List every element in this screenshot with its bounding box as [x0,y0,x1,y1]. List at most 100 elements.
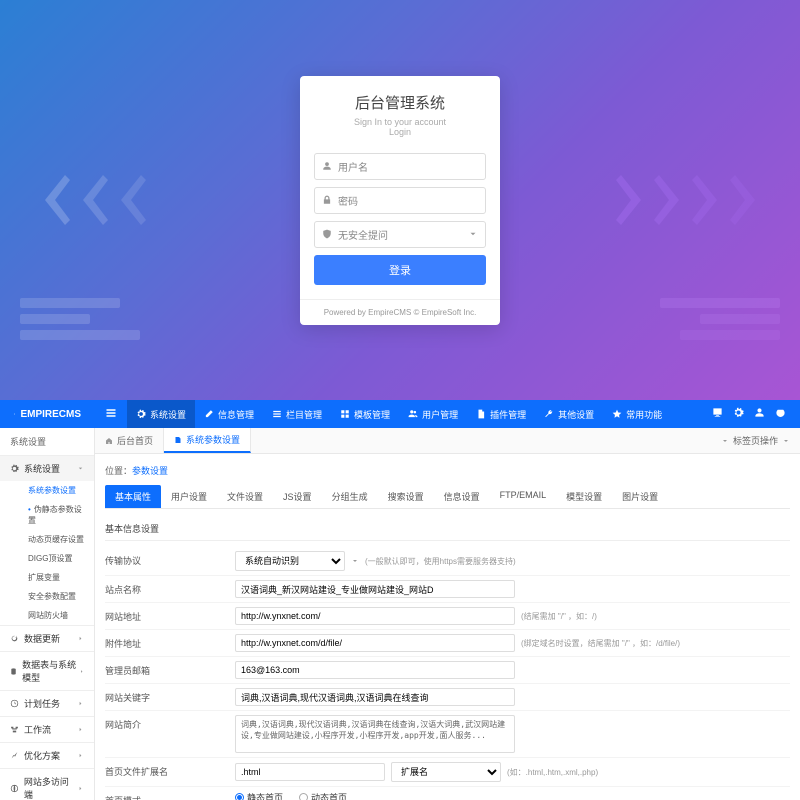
security-question-select[interactable]: 无安全提问 [314,221,486,248]
tabbar: 后台首页系统参数设置 标签页操作 [95,428,800,454]
settings-tab[interactable]: FTP/EMAIL [490,485,557,508]
main-area: 后台首页系统参数设置 标签页操作 位置：参数设置 基本属性用户设置文件设置JS设… [95,428,800,800]
chevron-down-icon [721,437,729,445]
login-footer: Powered by EmpireCMS © EmpireSoft Inc. [300,299,500,325]
bg-arrows-right [616,175,760,225]
text-input[interactable] [235,580,515,598]
sidebar-title: 系统设置 [0,428,94,455]
form-row: 网站关键字 [105,684,790,711]
sidebar-group[interactable]: 计划任务 [0,691,94,716]
topbar-power-icon[interactable] [775,407,786,421]
topnav-gear[interactable]: 系统设置 [127,400,195,428]
sidebar-group[interactable]: 工作流 [0,717,94,742]
chevron-down-icon [468,229,478,239]
settings-tab[interactable]: 分组生成 [322,485,378,508]
login-subtitle: Sign In to your account [316,117,484,127]
user-icon [322,161,332,171]
text-input[interactable] [235,661,515,679]
form-row: 管理员邮箱 [105,657,790,684]
brand[interactable]: EMPIRECMS [0,408,95,420]
settings-tab[interactable]: 基本属性 [105,485,161,508]
tab-operations[interactable]: 标签页操作 [711,434,800,447]
login-title: 后台管理系统 [316,92,484,113]
textarea-input[interactable]: 词典,汉语词典,现代汉语词典,汉语词典在线查询,汉语大词典,武汉网站建设,专业做… [235,715,515,753]
lock-icon [322,195,332,205]
topnav-edit[interactable]: 信息管理 [195,400,263,428]
topnav-star[interactable]: 常用功能 [603,400,671,428]
form-label: 网站简介 [105,715,235,731]
sidebar: 系统设置 系统设置系统参数设置伪静态参数设置动态页缓存设置DIGG顶设置扩展变量… [0,428,95,800]
menu-toggle[interactable] [95,407,127,422]
form-label: 首页模式 [105,791,235,800]
topnav: 系统设置信息管理栏目管理模板管理用户管理插件管理其他设置常用功能 [127,400,698,428]
chevron-down-icon [782,437,790,445]
form-label: 网站关键字 [105,688,235,704]
form-row: 首页模式静态首页 动态首页 [105,787,790,800]
settings-tab[interactable]: 图片设置 [612,485,668,508]
settings-tab[interactable]: 信息设置 [434,485,490,508]
username-input[interactable]: 用户名 [314,153,486,180]
sidebar-group[interactable]: 数据表与系统模型 [0,652,94,690]
text-input[interactable] [235,763,385,781]
sidebar-group[interactable]: 优化方案 [0,743,94,768]
topnav-users[interactable]: 用户管理 [399,400,467,428]
form-label: 管理员邮箱 [105,661,235,677]
tab[interactable]: 后台首页 [95,428,164,453]
sidebar-item[interactable]: 扩展变量 [22,568,94,587]
form-row: 网站地址(结尾需加 "/" ，如：/) [105,603,790,630]
form-label: 网站地址 [105,607,235,623]
sidebar-group[interactable]: 数据更新 [0,626,94,651]
login-card: 后台管理系统 Sign In to your account Login 用户名… [300,76,500,325]
sidebar-item[interactable]: 系统参数设置 [22,481,94,500]
settings-tab[interactable]: 文件设置 [217,485,273,508]
sidebar-item[interactable]: 安全参数配置 [22,587,94,606]
settings-tab[interactable]: 搜索设置 [378,485,434,508]
shield-icon [322,229,332,239]
admin-screen: EMPIRECMS 系统设置信息管理栏目管理模板管理用户管理插件管理其他设置常用… [0,400,800,800]
form-row: 站点名称 [105,576,790,603]
login-button[interactable]: 登录 [314,255,486,285]
brand-icon [14,408,15,420]
topbar-gear-icon[interactable] [733,407,744,421]
hamburger-icon [105,407,117,419]
form-row: 首页文件扩展名扩展名(如：.html,.htm,.xml,.php) [105,758,790,787]
topbar-user-icon[interactable] [754,407,765,421]
text-input[interactable] [235,634,515,652]
topnav-wrench[interactable]: 其他设置 [535,400,603,428]
breadcrumb: 位置：参数设置 [105,464,790,477]
select-input[interactable]: 系统自动识别 [235,551,345,571]
login-tag: Login [316,127,484,137]
form-label: 站点名称 [105,580,235,596]
topnav-list[interactable]: 栏目管理 [263,400,331,428]
topbar-actions [698,407,800,421]
sidebar-group[interactable]: 系统设置 [0,456,94,481]
login-screen: 后台管理系统 Sign In to your account Login 用户名… [0,0,800,400]
password-input[interactable]: 密码 [314,187,486,214]
text-input[interactable] [235,607,515,625]
settings-tab[interactable]: JS设置 [273,485,322,508]
bg-bars-left [20,298,140,340]
topbar: EMPIRECMS 系统设置信息管理栏目管理模板管理用户管理插件管理其他设置常用… [0,400,800,428]
bg-bars-right [660,298,780,340]
tab[interactable]: 系统参数设置 [164,428,251,453]
topbar-monitor-icon[interactable] [712,407,723,421]
text-input[interactable] [235,688,515,706]
form-row: 传输协议系统自动识别(一般默认即可，使用https需要服务器支持) [105,547,790,576]
radio-option[interactable]: 静态首页 [235,791,283,800]
sidebar-item[interactable]: 动态页缓存设置 [22,530,94,549]
settings-tab[interactable]: 模型设置 [556,485,612,508]
form-row: 附件地址(绑定域名时设置，结尾需加 "/" ，如：/d/file/) [105,630,790,657]
form-label: 传输协议 [105,551,235,567]
select-input[interactable]: 扩展名 [391,762,501,782]
radio-option[interactable]: 动态首页 [299,791,347,800]
topnav-doc[interactable]: 插件管理 [467,400,535,428]
sidebar-group[interactable]: 网站多访问端 [0,769,94,800]
sidebar-item[interactable]: DIGG顶设置 [22,549,94,568]
topnav-grid[interactable]: 模板管理 [331,400,399,428]
sidebar-item[interactable]: 网站防火墙 [22,606,94,625]
bg-arrows-left [40,175,146,225]
section-title: 基本信息设置 [105,517,790,541]
form-label: 附件地址 [105,634,235,650]
sidebar-item[interactable]: 伪静态参数设置 [22,500,94,530]
settings-tab[interactable]: 用户设置 [161,485,217,508]
